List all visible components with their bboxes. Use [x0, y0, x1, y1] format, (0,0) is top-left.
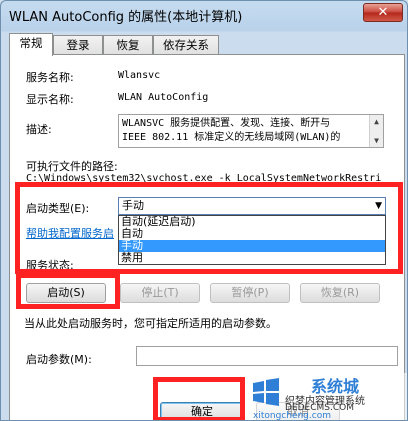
service-name-label: 服务名称: [26, 71, 74, 84]
chevron-down-icon[interactable]: ▼ [375, 198, 382, 214]
service-name-value: Wlansvc [118, 70, 161, 81]
service-status-label: 服务状态: [26, 259, 74, 272]
watermark-url: xitongcheng.com [253, 411, 331, 421]
startup-option-auto-delayed[interactable]: 自动(延迟启动) [119, 216, 385, 228]
close-button[interactable]: ✕ [363, 3, 403, 22]
exe-path-value: C:\Windows\system32\svchost.exe -k Local… [26, 173, 382, 184]
start-button[interactable]: 启动(S) [26, 283, 106, 303]
stop-button[interactable]: 停止(T) [120, 283, 200, 303]
tab-dependencies[interactable]: 依存关系 [153, 35, 219, 55]
title-bar: WLAN AutoConfig 的属性(本地计算机) ✕ [1, 1, 407, 29]
tab-recovery[interactable]: 恢复 [103, 35, 153, 55]
properties-dialog: WLAN AutoConfig 的属性(本地计算机) ✕ 常规 登录 恢复 依存… [0, 0, 408, 421]
startup-params-input[interactable] [136, 346, 398, 366]
display-name-value: WLAN AutoConfig [118, 92, 209, 103]
help-configure-link[interactable]: 帮助我配置服务启 [26, 225, 114, 241]
resume-button[interactable]: 恢复(R) [300, 283, 380, 303]
tab-logon[interactable]: 登录 [53, 35, 103, 55]
ok-button[interactable]: 确定 [160, 402, 244, 420]
startup-params-hint: 当从此处启动服务时，您可指定所适用的启动参数。 [24, 317, 277, 330]
general-panel: 服务名称: Wlansvc 显示名称: WLAN AutoConfig 描述: … [9, 54, 405, 420]
startup-option-manual[interactable]: 手动 [119, 240, 385, 252]
startup-type-select[interactable]: 手动 ▼ [118, 197, 386, 215]
display-name-label: 显示名称: [26, 93, 74, 106]
description-label: 描述: [26, 123, 52, 136]
scroll-up-icon[interactable]: ▲ [371, 116, 382, 127]
windows-logo-icon [253, 378, 279, 406]
startup-type-value: 手动 [122, 199, 144, 212]
description-line: WLANSVC 服务提供配置、发现、连接、断开与 [122, 118, 331, 129]
tab-general[interactable]: 常规 [9, 33, 53, 56]
startup-type-label: 启动类型(E): [26, 202, 90, 215]
watermark: 系统城 织梦内容管理系统 DEDECMS.COM xitongcheng.com [249, 373, 407, 421]
pause-button[interactable]: 暂停(P) [210, 283, 290, 303]
startup-type-dropdown: 自动(延迟启动) 自动 手动 禁用 [118, 215, 386, 265]
description-box[interactable]: WLANSVC 服务提供配置、发现、连接、断开与 IEEE 802.11 标准定… [118, 114, 384, 148]
startup-option-auto[interactable]: 自动 [119, 228, 385, 240]
startup-params-label: 启动参数(M): [26, 353, 92, 366]
startup-option-disabled[interactable]: 禁用 [119, 252, 385, 264]
description-scrollbar[interactable]: ▲ ▼ [369, 115, 383, 147]
exe-path-label: 可执行文件的路径: [26, 160, 118, 173]
description-line: IEEE 802.11 标准定义的无线局域网(WLAN)的 [122, 132, 341, 143]
window-title: WLAN AutoConfig 的属性(本地计算机) [9, 10, 243, 25]
scroll-down-icon[interactable]: ▼ [371, 135, 382, 146]
